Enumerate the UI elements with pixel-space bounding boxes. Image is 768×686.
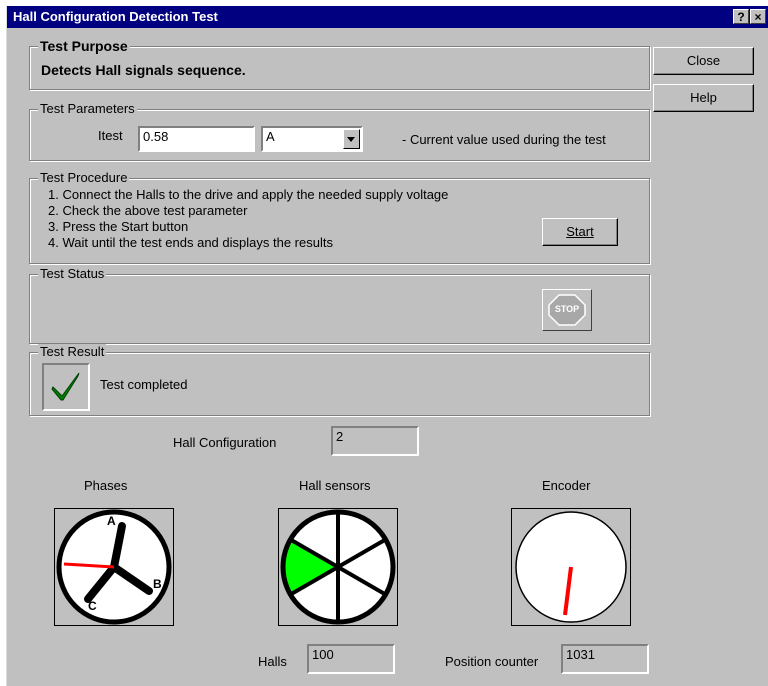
close-button[interactable]: Close <box>653 47 754 75</box>
itest-input[interactable]: 0.58 <box>138 126 255 152</box>
chevron-down-icon[interactable] <box>343 129 360 149</box>
itest-label: Itest <box>98 128 123 143</box>
unit-select[interactable]: A <box>261 126 363 152</box>
title-bar[interactable]: Hall Configuration Detection Test ? × <box>7 6 768 28</box>
close-x-icon[interactable]: × <box>750 9 766 24</box>
test-parameters-group: Test Parameters Itest 0.58 A - Current v… <box>29 101 650 161</box>
phases-diagram: A B C <box>54 508 174 626</box>
procedure-step: 4. Wait until the test ends and displays… <box>48 235 333 250</box>
test-procedure-group: Test Procedure 1. Connect the Halls to t… <box>29 170 650 264</box>
test-result-text: Test completed <box>100 377 188 392</box>
window-title: Hall Configuration Detection Test <box>13 9 218 24</box>
procedure-step: 1. Connect the Halls to the drive and ap… <box>48 187 449 202</box>
hall-config-field: 2 <box>331 426 419 456</box>
halls-label: Halls <box>258 654 287 669</box>
test-status-title: Test Status <box>38 266 107 281</box>
test-parameters-title: Test Parameters <box>38 101 137 116</box>
phases-title: Phases <box>84 478 128 493</box>
test-result-title: Test Result <box>38 344 107 359</box>
dialog-window: Hall Configuration Detection Test ? × Te… <box>6 6 768 686</box>
test-procedure-title: Test Procedure <box>38 170 130 185</box>
phase-label: A <box>107 514 116 528</box>
position-counter-field: 1031 <box>561 644 649 674</box>
halls-field: 100 <box>307 644 395 674</box>
procedure-step: 3. Press the Start button <box>48 219 189 234</box>
encoder-diagram <box>511 508 631 626</box>
phase-label: C <box>88 599 97 613</box>
test-purpose-group: Test Purpose Detects Hall signals sequen… <box>29 38 650 90</box>
itest-description: - Current value used during the test <box>402 132 606 147</box>
procedure-step: 2. Check the above test parameter <box>48 203 248 218</box>
hall-config-label: Hall Configuration <box>173 435 277 450</box>
phase-label: B <box>153 577 162 591</box>
hall-sensors-title: Hall sensors <box>299 478 371 493</box>
test-purpose-title: Test Purpose <box>38 38 130 54</box>
encoder-title: Encoder <box>542 478 591 493</box>
position-counter-label: Position counter <box>445 654 539 669</box>
test-purpose-text: Detects Hall signals sequence. <box>41 62 246 78</box>
start-button[interactable]: Start <box>542 218 618 246</box>
hall-sensors-diagram <box>278 508 398 626</box>
check-icon <box>42 363 90 411</box>
stop-icon[interactable]: STOP <box>542 289 592 331</box>
test-result-group: Test Result Test completed <box>29 344 650 416</box>
test-status-group: Test Status STOP <box>29 266 650 344</box>
help-button[interactable]: Help <box>653 84 754 112</box>
unit-select-value: A <box>266 129 275 144</box>
help-question-icon[interactable]: ? <box>733 9 749 24</box>
stop-label: STOP <box>554 304 580 314</box>
